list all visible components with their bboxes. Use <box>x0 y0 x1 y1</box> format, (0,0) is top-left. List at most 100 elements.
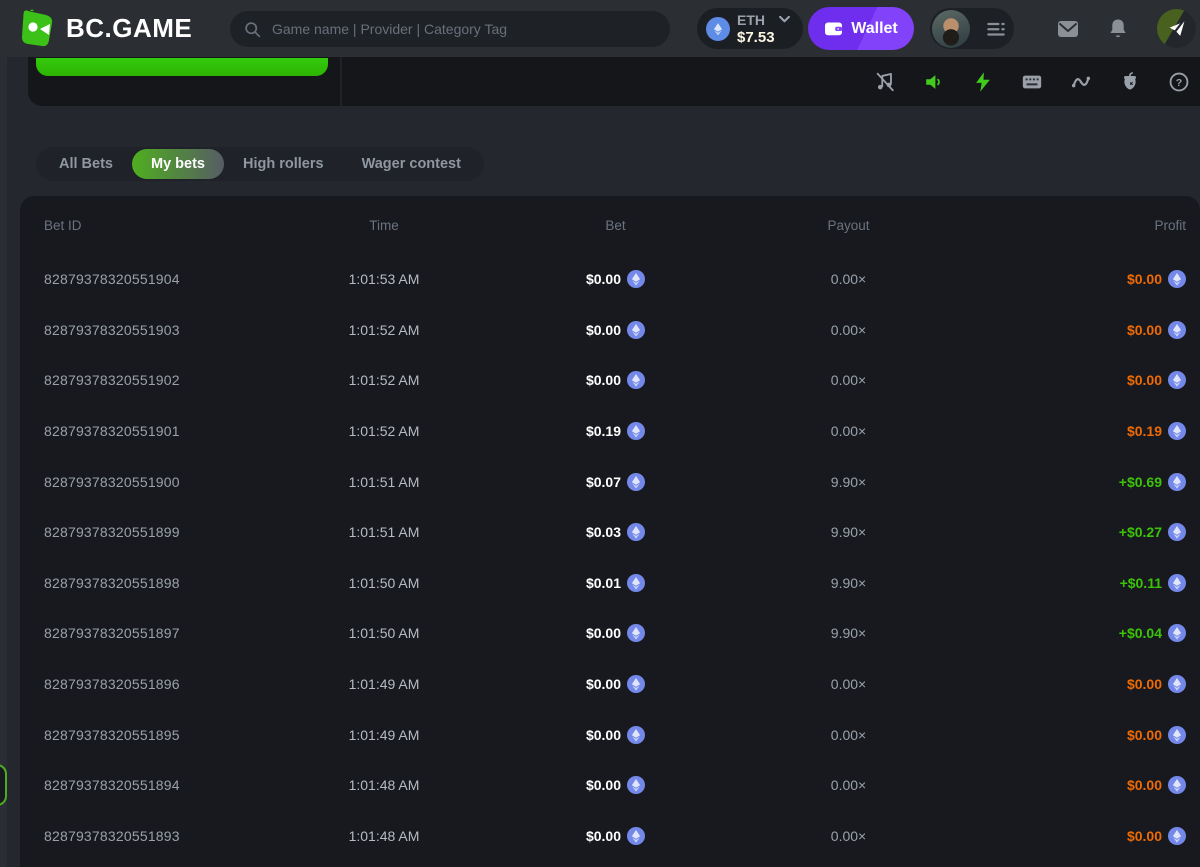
table-row[interactable]: 82879378320551896 1:01:49 AM $0.00 0.00×… <box>20 659 1200 710</box>
col-payout: Payout <box>732 218 965 233</box>
wallet-icon <box>824 20 843 37</box>
tab-wager-contest[interactable]: Wager contest <box>343 149 480 179</box>
bet-button[interactable] <box>36 58 328 76</box>
side-peek-button[interactable] <box>0 764 7 806</box>
seed-icon[interactable] <box>1119 71 1141 93</box>
bet-profit: $0.00 <box>1127 271 1162 287</box>
bet-profit: $0.00 <box>1127 372 1162 388</box>
chat-toggle-icon[interactable] <box>1157 9 1196 48</box>
profit-cell: +$0.27 <box>965 523 1186 541</box>
bet-cell: $0.00 <box>499 321 732 339</box>
game-toolbar: ? <box>874 57 1194 106</box>
eth-coin-icon <box>1168 422 1186 440</box>
table-row[interactable]: 82879378320551895 1:01:49 AM $0.00 0.00×… <box>20 709 1200 760</box>
bet-list-icon[interactable] <box>987 22 1005 36</box>
eth-coin-icon <box>1168 776 1186 794</box>
profit-cell: $0.00 <box>965 371 1186 389</box>
live-stats-icon[interactable] <box>1070 71 1092 93</box>
bet-amount: $0.00 <box>586 727 621 743</box>
bell-icon[interactable] <box>1106 17 1130 41</box>
eth-coin-icon <box>627 574 645 592</box>
balance-amount: $7.53 <box>737 30 790 45</box>
bet-profit: +$0.11 <box>1120 575 1162 591</box>
top-navbar: BC.GAME ETH $7.53 <box>0 0 1200 57</box>
balance-selector[interactable]: ETH $7.53 <box>697 8 803 49</box>
mail-icon[interactable] <box>1056 17 1080 41</box>
bet-id: 82879378320551903 <box>44 322 269 338</box>
bet-payout: 0.00× <box>732 322 965 338</box>
sound-icon[interactable] <box>923 71 945 93</box>
table-body: 82879378320551904 1:01:53 AM $0.00 0.00×… <box>20 254 1200 861</box>
bet-profit: +$0.04 <box>1119 625 1162 641</box>
bet-time: 1:01:51 AM <box>269 524 499 540</box>
wallet-button[interactable]: Wallet <box>808 7 914 50</box>
eth-coin-icon <box>627 827 645 845</box>
turbo-bolt-icon[interactable] <box>972 71 994 93</box>
table-header: Bet ID Time Bet Payout Profit <box>20 196 1200 254</box>
table-row[interactable]: 82879378320551901 1:01:52 AM $0.19 0.00×… <box>20 406 1200 457</box>
panel-divider <box>340 57 342 106</box>
bet-cell: $0.07 <box>499 473 732 491</box>
bet-cell: $0.00 <box>499 726 732 744</box>
eth-coin-icon <box>1168 523 1186 541</box>
profit-cell: $0.00 <box>965 270 1186 288</box>
hotkeys-keyboard-icon[interactable] <box>1021 71 1043 93</box>
bet-payout: 9.90× <box>732 524 965 540</box>
profile-group[interactable] <box>930 8 1014 49</box>
tab-high-rollers[interactable]: High rollers <box>224 149 343 179</box>
eth-coin-icon <box>1168 726 1186 744</box>
bet-time: 1:01:48 AM <box>269 828 499 844</box>
col-profit: Profit <box>965 218 1186 233</box>
tab-all-bets[interactable]: All Bets <box>40 149 132 179</box>
bet-id: 82879378320551902 <box>44 372 269 388</box>
bet-amount: $0.19 <box>586 423 621 439</box>
table-row[interactable]: 82879378320551894 1:01:48 AM $0.00 0.00×… <box>20 760 1200 811</box>
search-input[interactable] <box>270 20 656 38</box>
bet-cell: $0.00 <box>499 827 732 845</box>
help-icon[interactable]: ? <box>1168 71 1190 93</box>
profit-cell: $0.00 <box>965 675 1186 693</box>
bet-profit: $0.00 <box>1127 676 1162 692</box>
eth-coin-icon <box>1168 624 1186 642</box>
bet-cell: $0.00 <box>499 675 732 693</box>
avatar[interactable] <box>932 10 970 48</box>
bet-cell: $0.00 <box>499 624 732 642</box>
bet-id: 82879378320551893 <box>44 828 269 844</box>
bet-payout: 0.00× <box>732 676 965 692</box>
eth-coin-icon <box>627 422 645 440</box>
bet-amount: $0.07 <box>586 474 621 490</box>
left-edge-strip <box>0 57 7 867</box>
bet-amount: $0.00 <box>586 676 621 692</box>
table-row[interactable]: 82879378320551899 1:01:51 AM $0.03 9.90×… <box>20 507 1200 558</box>
wallet-button-label: Wallet <box>851 20 898 38</box>
balance-currency: ETH <box>737 13 765 27</box>
bet-cell: $0.03 <box>499 523 732 541</box>
eth-coin-icon <box>1168 827 1186 845</box>
table-row[interactable]: 82879378320551902 1:01:52 AM $0.00 0.00×… <box>20 355 1200 406</box>
table-row[interactable]: 82879378320551893 1:01:48 AM $0.00 0.00×… <box>20 811 1200 862</box>
game-search[interactable] <box>230 11 670 47</box>
tab-my-bets[interactable]: My bets <box>132 149 224 179</box>
eth-coin-icon <box>1168 473 1186 491</box>
bet-time: 1:01:50 AM <box>269 625 499 641</box>
bet-amount: $0.00 <box>586 271 621 287</box>
music-off-icon[interactable] <box>874 71 896 93</box>
bet-amount: $0.03 <box>586 524 621 540</box>
eth-coin-icon <box>627 776 645 794</box>
table-row[interactable]: 82879378320551904 1:01:53 AM $0.00 0.00×… <box>20 254 1200 305</box>
profit-cell: $0.19 <box>965 422 1186 440</box>
bet-time: 1:01:50 AM <box>269 575 499 591</box>
table-row[interactable]: 82879378320551897 1:01:50 AM $0.00 9.90×… <box>20 608 1200 659</box>
bet-profit: +$0.27 <box>1119 524 1162 540</box>
table-row[interactable]: 82879378320551898 1:01:50 AM $0.01 9.90×… <box>20 558 1200 609</box>
profit-cell: +$0.11 <box>965 574 1186 592</box>
bet-time: 1:01:48 AM <box>269 777 499 793</box>
game-panel-bottom: ? <box>28 57 1200 106</box>
bet-cell: $0.00 <box>499 776 732 794</box>
bet-amount: $0.01 <box>586 575 621 591</box>
table-row[interactable]: 82879378320551900 1:01:51 AM $0.07 9.90×… <box>20 456 1200 507</box>
table-row[interactable]: 82879378320551903 1:01:52 AM $0.00 0.00×… <box>20 305 1200 356</box>
profit-cell: $0.00 <box>965 827 1186 845</box>
bet-payout: 0.00× <box>732 271 965 287</box>
bcgame-logo[interactable]: BC.GAME <box>16 8 192 48</box>
